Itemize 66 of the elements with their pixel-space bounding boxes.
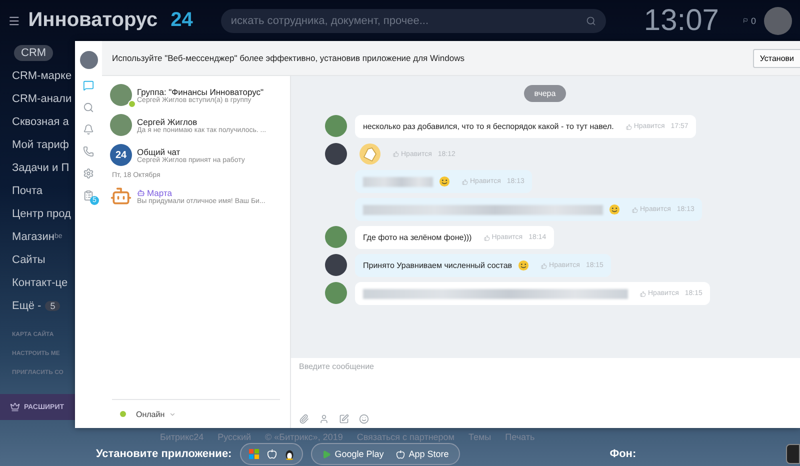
bot-icon — [137, 188, 145, 196]
background-label: Фон: — [610, 448, 636, 460]
penguin-icon[interactable] — [284, 448, 294, 460]
thumbs-up-icon — [626, 124, 632, 130]
chat-title: Сергей Жиглов — [137, 116, 198, 126]
chat-title: Общий чат — [137, 146, 182, 156]
sidebar-item[interactable]: CRM-анали — [0, 87, 75, 110]
logo-text: Инноваторус — [28, 9, 158, 32]
day-label: вчера — [524, 85, 566, 102]
sidebar-item[interactable]: Сквозная а — [0, 110, 75, 133]
logo-number: 24 — [170, 9, 193, 32]
flag-counter[interactable]: 0 — [742, 16, 756, 26]
avatar — [110, 114, 132, 136]
attach-icon[interactable] — [299, 414, 309, 424]
avatar[interactable] — [764, 6, 792, 34]
bell-icon[interactable] — [83, 124, 94, 135]
sidebar-item[interactable]: Почта — [0, 179, 75, 202]
status-dot — [120, 411, 126, 417]
avatar — [110, 84, 132, 106]
flag-icon — [742, 18, 748, 23]
apple-icon — [396, 450, 405, 458]
sidebar-item[interactable]: CRM-марке — [0, 64, 75, 87]
search-icon[interactable] — [83, 102, 94, 113]
google-play-button[interactable]: Google Play — [320, 449, 386, 459]
sidebar-item[interactable]: Центр прод — [0, 202, 75, 225]
edit-icon[interactable] — [339, 414, 349, 424]
sidebar-item[interactable]: Мой тариф — [0, 133, 75, 156]
status-selector[interactable]: Онлайн — [136, 410, 176, 418]
clock: 13:07 — [644, 4, 719, 38]
search-field[interactable]: искать сотрудника, документ, прочее... — [220, 8, 606, 32]
thumbs-up-icon — [632, 206, 638, 212]
user-icon[interactable] — [319, 414, 329, 424]
smile-icon[interactable] — [359, 414, 369, 424]
phone-icon[interactable] — [83, 146, 94, 157]
chat-title: Марта — [137, 188, 266, 198]
banner-text: Используйте "Веб-мессенджер" более эффективно, установив приложение для Windows — [112, 53, 464, 63]
settings-icon[interactable] — [83, 168, 94, 179]
play-icon — [322, 450, 331, 458]
avatar[interactable] — [80, 51, 98, 69]
thumbs-up-icon — [541, 262, 548, 268]
sidebar-item[interactable]: Контакт-це — [0, 271, 75, 294]
chat-avatar: 24 — [110, 144, 132, 166]
thumbs-up-icon — [462, 178, 468, 184]
install-button[interactable]: Установи — [752, 48, 800, 68]
chat-title: Группа: "Финансы Инноваторус" — [137, 86, 264, 96]
blurred-text — [363, 176, 433, 186]
sidebar-item[interactable]: Ещё - 5 — [0, 294, 75, 317]
app-store-button[interactable]: App Store — [394, 449, 451, 459]
message-text: Где фото на зелёном фоне))) — [363, 233, 472, 242]
windows-icon[interactable] — [248, 449, 259, 459]
message-text: Принято Уравниваем численный состав — [363, 261, 512, 270]
thumbs-up-icon — [484, 234, 490, 240]
sidebar-item[interactable]: Сайты — [0, 248, 75, 271]
chevron-down-icon — [168, 410, 176, 418]
background-button[interactable] — [786, 444, 800, 464]
crm-tag[interactable]: CRM — [14, 45, 54, 61]
sidebar-item[interactable]: Магазин$^{be}$ — [0, 225, 75, 248]
chat-icon[interactable] — [83, 80, 94, 91]
bot-icon — [110, 185, 132, 207]
apple-icon[interactable] — [266, 449, 277, 459]
install-label: Установите приложение: — [96, 448, 232, 460]
message-text: несколько раз добавился, что то я беспорядок какой - то тут навел. — [363, 122, 614, 131]
thumbs-up-icon — [640, 290, 646, 296]
thumbs-up-icon — [393, 151, 399, 157]
search-icon[interactable] — [586, 16, 596, 26]
sidebar-item[interactable]: Задачи и П — [0, 156, 75, 179]
